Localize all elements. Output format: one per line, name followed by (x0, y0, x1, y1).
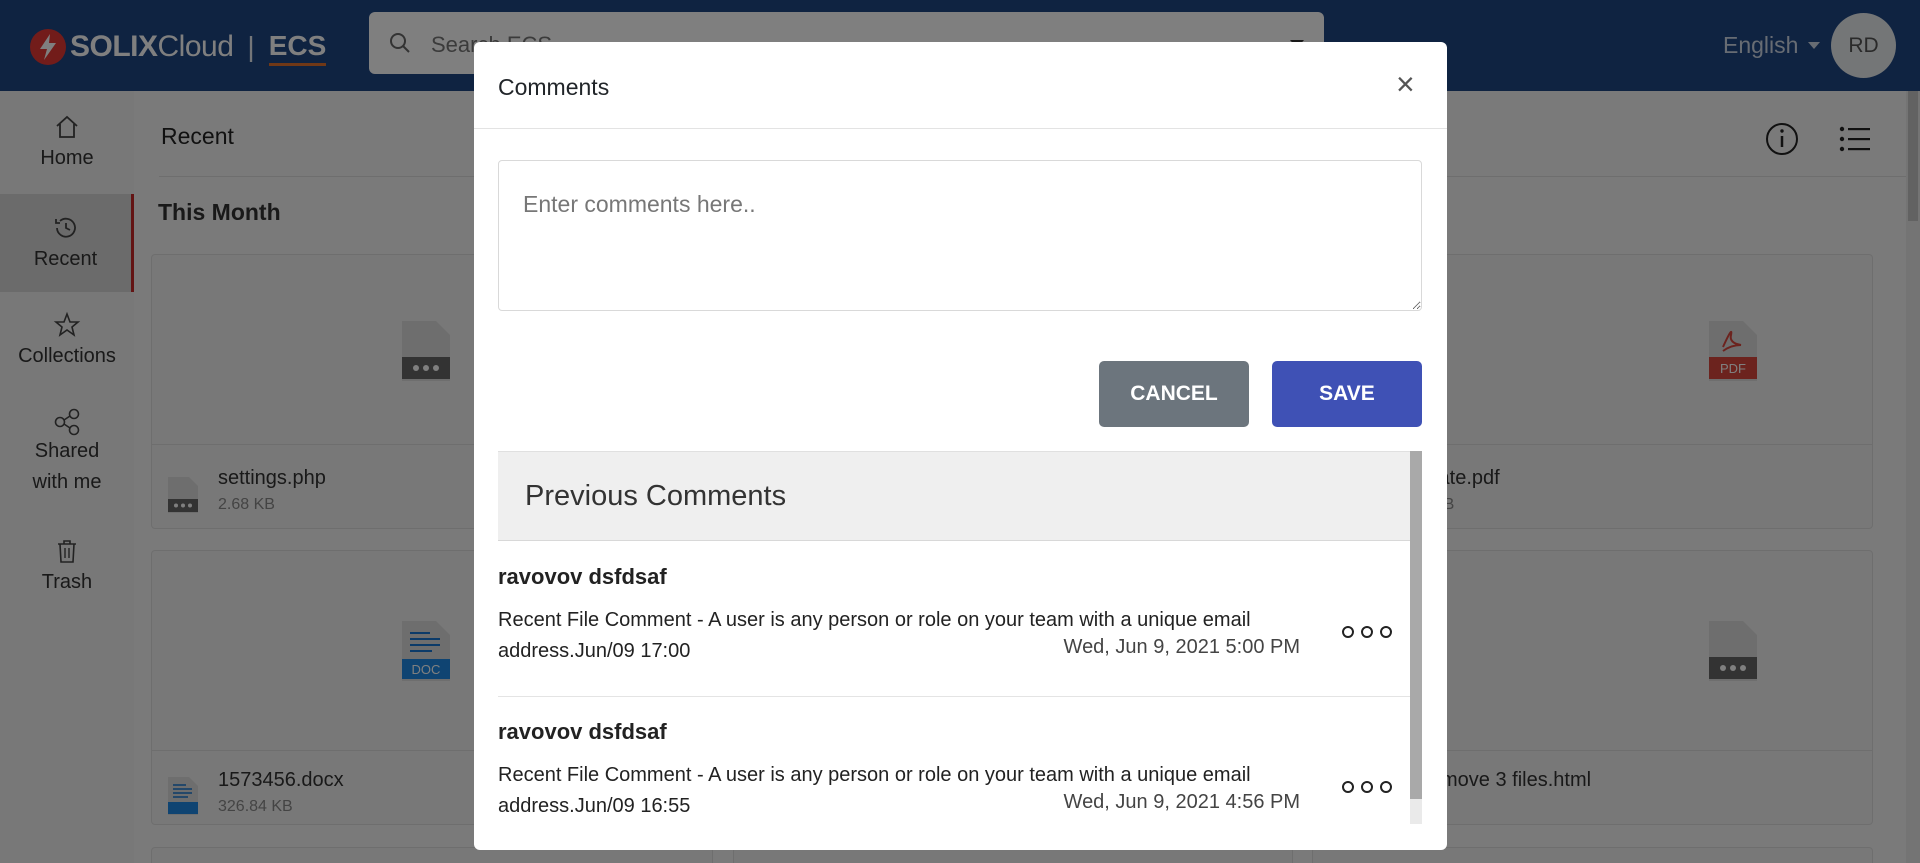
cancel-button[interactable]: CANCEL (1099, 361, 1249, 427)
comment-input[interactable] (498, 160, 1422, 311)
comment-author: ravovov dsfdsaf (498, 719, 667, 744)
comments-modal: Comments × CANCEL SAVE Previous Comments… (474, 42, 1447, 850)
modal-title: Comments (498, 74, 610, 100)
divider (474, 128, 1447, 129)
previous-comments-header: Previous Comments (498, 451, 1410, 541)
comment-item: ravovov dsfdsaf Recent File Comment - A … (498, 697, 1410, 824)
comments-scrollbar[interactable] (1410, 451, 1422, 824)
close-icon[interactable]: × (1396, 68, 1415, 100)
scrollbar-thumb[interactable] (1410, 451, 1422, 799)
more-options-icon[interactable] (1342, 777, 1392, 797)
comment-date: Wed, Jun 9, 2021 5:00 PM (1063, 636, 1300, 658)
previous-comments-title: Previous Comments (525, 480, 787, 512)
save-button[interactable]: SAVE (1272, 361, 1422, 427)
previous-comments-panel: Previous Comments ravovov dsfdsaf Recent… (498, 451, 1436, 824)
more-options-icon[interactable] (1342, 622, 1392, 642)
comment-item: ravovov dsfdsaf Recent File Comment - A … (498, 542, 1410, 697)
comment-date: Wed, Jun 9, 2021 4:56 PM (1063, 791, 1300, 813)
comment-author: ravovov dsfdsaf (498, 564, 667, 589)
